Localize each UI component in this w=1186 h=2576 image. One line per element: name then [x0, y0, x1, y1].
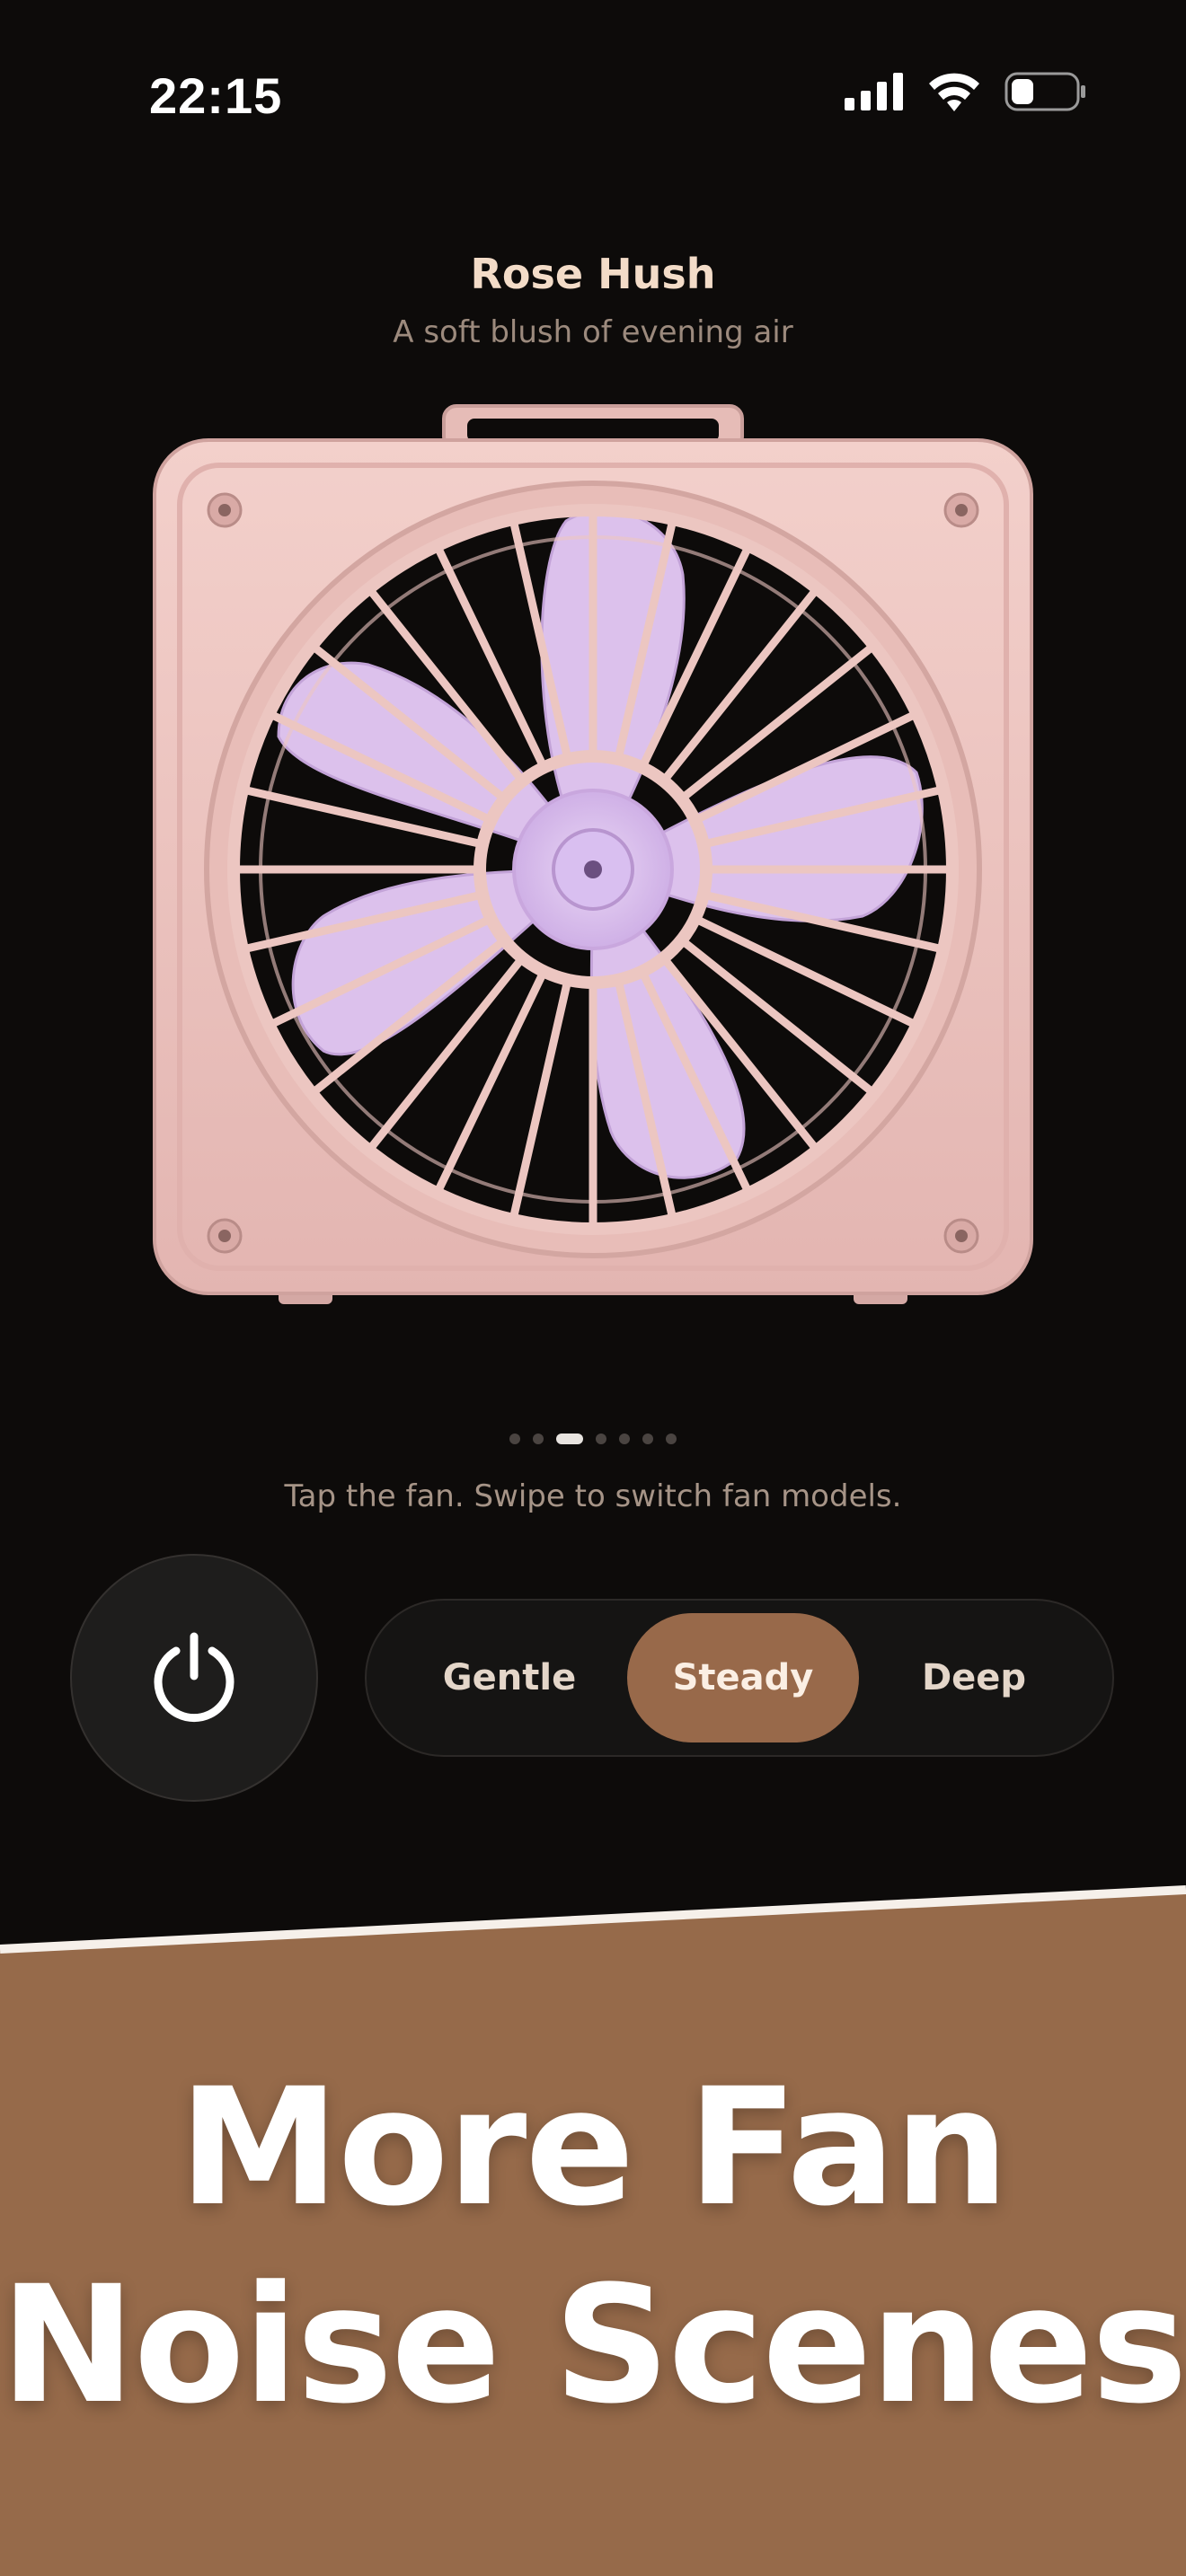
status-icons: [845, 72, 1087, 111]
status-time: 22:15: [149, 67, 283, 124]
page-dot[interactable]: [509, 1434, 520, 1444]
power-button[interactable]: [70, 1554, 318, 1802]
page-dot[interactable]: [533, 1434, 544, 1444]
box-fan-icon: [153, 404, 1033, 1304]
battery-icon: [1005, 72, 1085, 111]
page-indicator[interactable]: [0, 1434, 1186, 1444]
promo-headline: More Fan Noise Scenes: [0, 2050, 1186, 2445]
scene-subtitle: A soft blush of evening air: [393, 314, 793, 350]
power-icon: [154, 1632, 235, 1723]
status-bar: 22:15: [0, 0, 1186, 180]
speed-deep-button[interactable]: Deep: [866, 1613, 1082, 1742]
scene-title: Rose Hush: [470, 250, 716, 298]
speed-steady-button[interactable]: Steady: [627, 1613, 859, 1742]
speed-gentle-button[interactable]: Gentle: [406, 1613, 613, 1742]
promo-line-2: Noise Scenes: [0, 2252, 1186, 2439]
promo-line-1: More Fan: [178, 2054, 1009, 2242]
page-dot[interactable]: [596, 1434, 606, 1444]
page-dot[interactable]: [619, 1434, 630, 1444]
wifi-icon: [929, 73, 979, 111]
page-dot[interactable]: [556, 1434, 583, 1444]
fan-image[interactable]: [144, 395, 1042, 1329]
scene-header: Rose Hush A soft blush of evening air: [0, 250, 1186, 350]
cellular-signal-icon: [845, 73, 903, 110]
speed-selector: Gentle Steady Deep: [365, 1599, 1114, 1757]
page-dot[interactable]: [666, 1434, 677, 1444]
hint-text: Tap the fan. Swipe to switch fan models.: [284, 1478, 902, 1514]
page-dot[interactable]: [642, 1434, 653, 1444]
